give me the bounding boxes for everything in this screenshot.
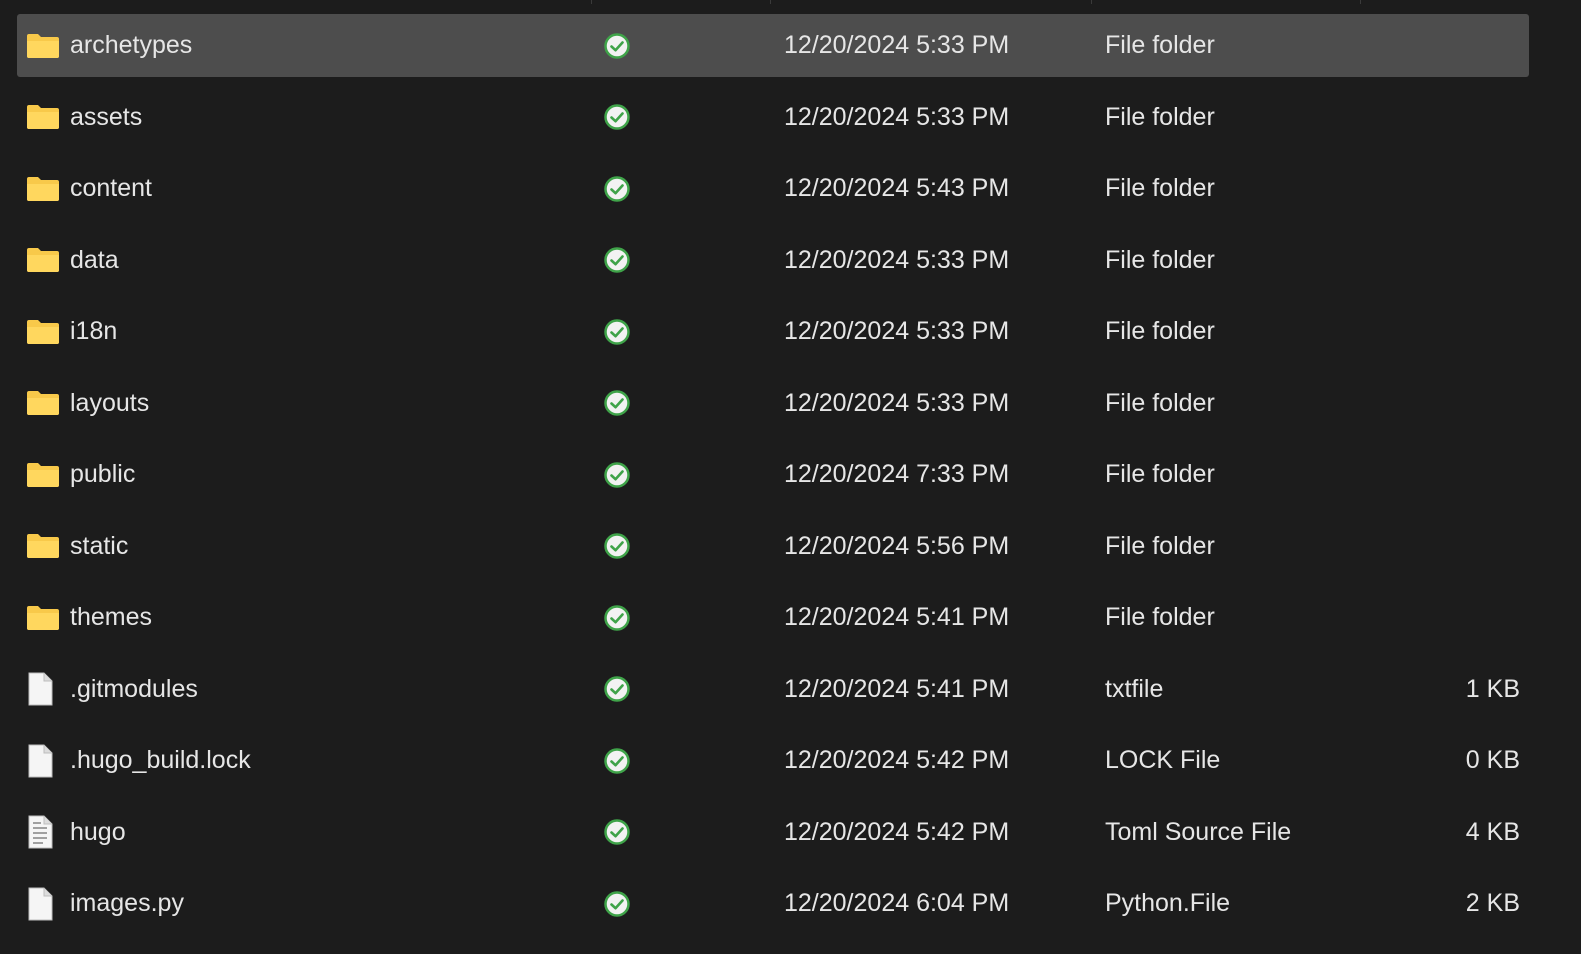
synced-check-icon xyxy=(602,86,632,149)
file-name: data xyxy=(70,245,119,274)
file-icon xyxy=(26,729,62,792)
file-row[interactable]: public 12/20/2024 7:33 PM File folder xyxy=(17,443,1529,506)
date-modified: 12/20/2024 6:04 PM xyxy=(784,889,1010,917)
file-name: content xyxy=(70,174,153,202)
file-row[interactable]: content 12/20/2024 5:43 PM File folder xyxy=(17,157,1529,220)
file-type: File folder xyxy=(1105,102,1215,131)
date-modified: 12/20/2024 5:42 PM xyxy=(784,746,1010,774)
file-row[interactable]: .hugo_build.lock 12/20/2024 5:42 PM LOCK… xyxy=(17,729,1529,792)
file-size: 2 KB xyxy=(1465,889,1520,917)
column-divider[interactable] xyxy=(591,0,592,4)
file-type: LOCK File xyxy=(1105,746,1221,774)
file-row[interactable]: i18n 12/20/2024 5:33 PM File folder xyxy=(17,300,1529,363)
file-type: File folder xyxy=(1105,245,1215,274)
file-name: themes xyxy=(70,603,152,631)
column-divider[interactable] xyxy=(1360,0,1361,4)
file-name: static xyxy=(70,531,129,560)
file-row[interactable]: hugo 12/20/2024 5:42 PM Toml Source File… xyxy=(17,801,1529,864)
file-type: txtfile xyxy=(1105,674,1164,703)
folder-icon xyxy=(26,586,62,649)
folder-icon xyxy=(26,229,62,292)
synced-check-icon xyxy=(602,801,632,864)
synced-check-icon xyxy=(602,729,632,792)
file-type: File folder xyxy=(1105,603,1215,631)
file-size: 0 KB xyxy=(1465,746,1520,774)
date-modified: 12/20/2024 7:33 PM xyxy=(784,460,1010,488)
file-row[interactable]: data 12/20/2024 5:33 PM File folder xyxy=(17,229,1529,292)
folder-icon xyxy=(26,515,62,578)
file-row[interactable]: assets 12/20/2024 5:33 PM File folder xyxy=(17,86,1529,149)
synced-check-icon xyxy=(602,229,632,292)
file-name: hugo xyxy=(70,817,126,846)
file-type: Python.File xyxy=(1105,889,1231,917)
file-name: .hugo_build.lock xyxy=(70,746,251,774)
synced-check-icon xyxy=(602,658,632,721)
synced-check-icon xyxy=(602,14,632,77)
file-type: File folder xyxy=(1105,388,1215,417)
date-modified: 12/20/2024 5:41 PM xyxy=(784,674,1010,703)
file-type: File folder xyxy=(1105,31,1215,59)
file-icon xyxy=(26,872,62,935)
file-row[interactable]: .gitmodules 12/20/2024 5:41 PM txtfile 1… xyxy=(17,658,1529,721)
synced-check-icon xyxy=(602,157,632,220)
file-name: images.py xyxy=(70,889,184,917)
file-size: 4 KB xyxy=(1465,817,1520,846)
file-name: .gitmodules xyxy=(70,674,198,703)
synced-check-icon xyxy=(602,372,632,435)
folder-icon xyxy=(26,300,62,363)
file-name: layouts xyxy=(70,388,150,417)
date-modified: 12/20/2024 5:33 PM xyxy=(784,245,1010,274)
file-list: archetypes 12/20/2024 5:33 PM File folde… xyxy=(17,14,1529,944)
date-modified: 12/20/2024 5:56 PM xyxy=(784,531,1010,560)
file-name: public xyxy=(70,460,136,488)
date-modified: 12/20/2024 5:33 PM xyxy=(784,31,1010,59)
column-divider[interactable] xyxy=(1091,0,1092,4)
file-row[interactable]: layouts 12/20/2024 5:33 PM File folder xyxy=(17,372,1529,435)
file-type: File folder xyxy=(1105,460,1215,488)
folder-icon xyxy=(26,443,62,506)
synced-check-icon xyxy=(602,586,632,649)
date-modified: 12/20/2024 5:33 PM xyxy=(784,317,1010,345)
folder-icon xyxy=(26,86,62,149)
synced-check-icon xyxy=(602,443,632,506)
date-modified: 12/20/2024 5:42 PM xyxy=(784,817,1010,846)
folder-icon xyxy=(26,157,62,220)
file-icon xyxy=(26,658,62,721)
text-file-icon xyxy=(26,801,62,864)
file-row[interactable]: static 12/20/2024 5:56 PM File folder xyxy=(17,515,1529,578)
file-size: 1 KB xyxy=(1465,674,1520,703)
date-modified: 12/20/2024 5:41 PM xyxy=(784,603,1010,631)
file-type: File folder xyxy=(1105,317,1215,345)
date-modified: 12/20/2024 5:43 PM xyxy=(784,174,1010,202)
file-row[interactable]: images.py 12/20/2024 6:04 PM Python.File… xyxy=(17,872,1529,935)
file-name: archetypes xyxy=(70,31,193,59)
file-row[interactable]: archetypes 12/20/2024 5:33 PM File folde… xyxy=(17,14,1529,77)
folder-icon xyxy=(26,372,62,435)
synced-check-icon xyxy=(602,515,632,578)
file-type: File folder xyxy=(1105,531,1215,560)
folder-icon xyxy=(26,14,62,77)
date-modified: 12/20/2024 5:33 PM xyxy=(784,388,1010,417)
synced-check-icon xyxy=(602,300,632,363)
column-divider[interactable] xyxy=(770,0,771,4)
file-type: Toml Source File xyxy=(1105,817,1292,846)
synced-check-icon xyxy=(602,872,632,935)
file-type: File folder xyxy=(1105,174,1215,202)
file-name: assets xyxy=(70,102,143,131)
file-row[interactable]: themes 12/20/2024 5:41 PM File folder xyxy=(17,586,1529,649)
date-modified: 12/20/2024 5:33 PM xyxy=(784,102,1010,131)
file-explorer: archetypes 12/20/2024 5:33 PM File folde… xyxy=(0,0,1581,954)
file-name: i18n xyxy=(70,317,118,345)
